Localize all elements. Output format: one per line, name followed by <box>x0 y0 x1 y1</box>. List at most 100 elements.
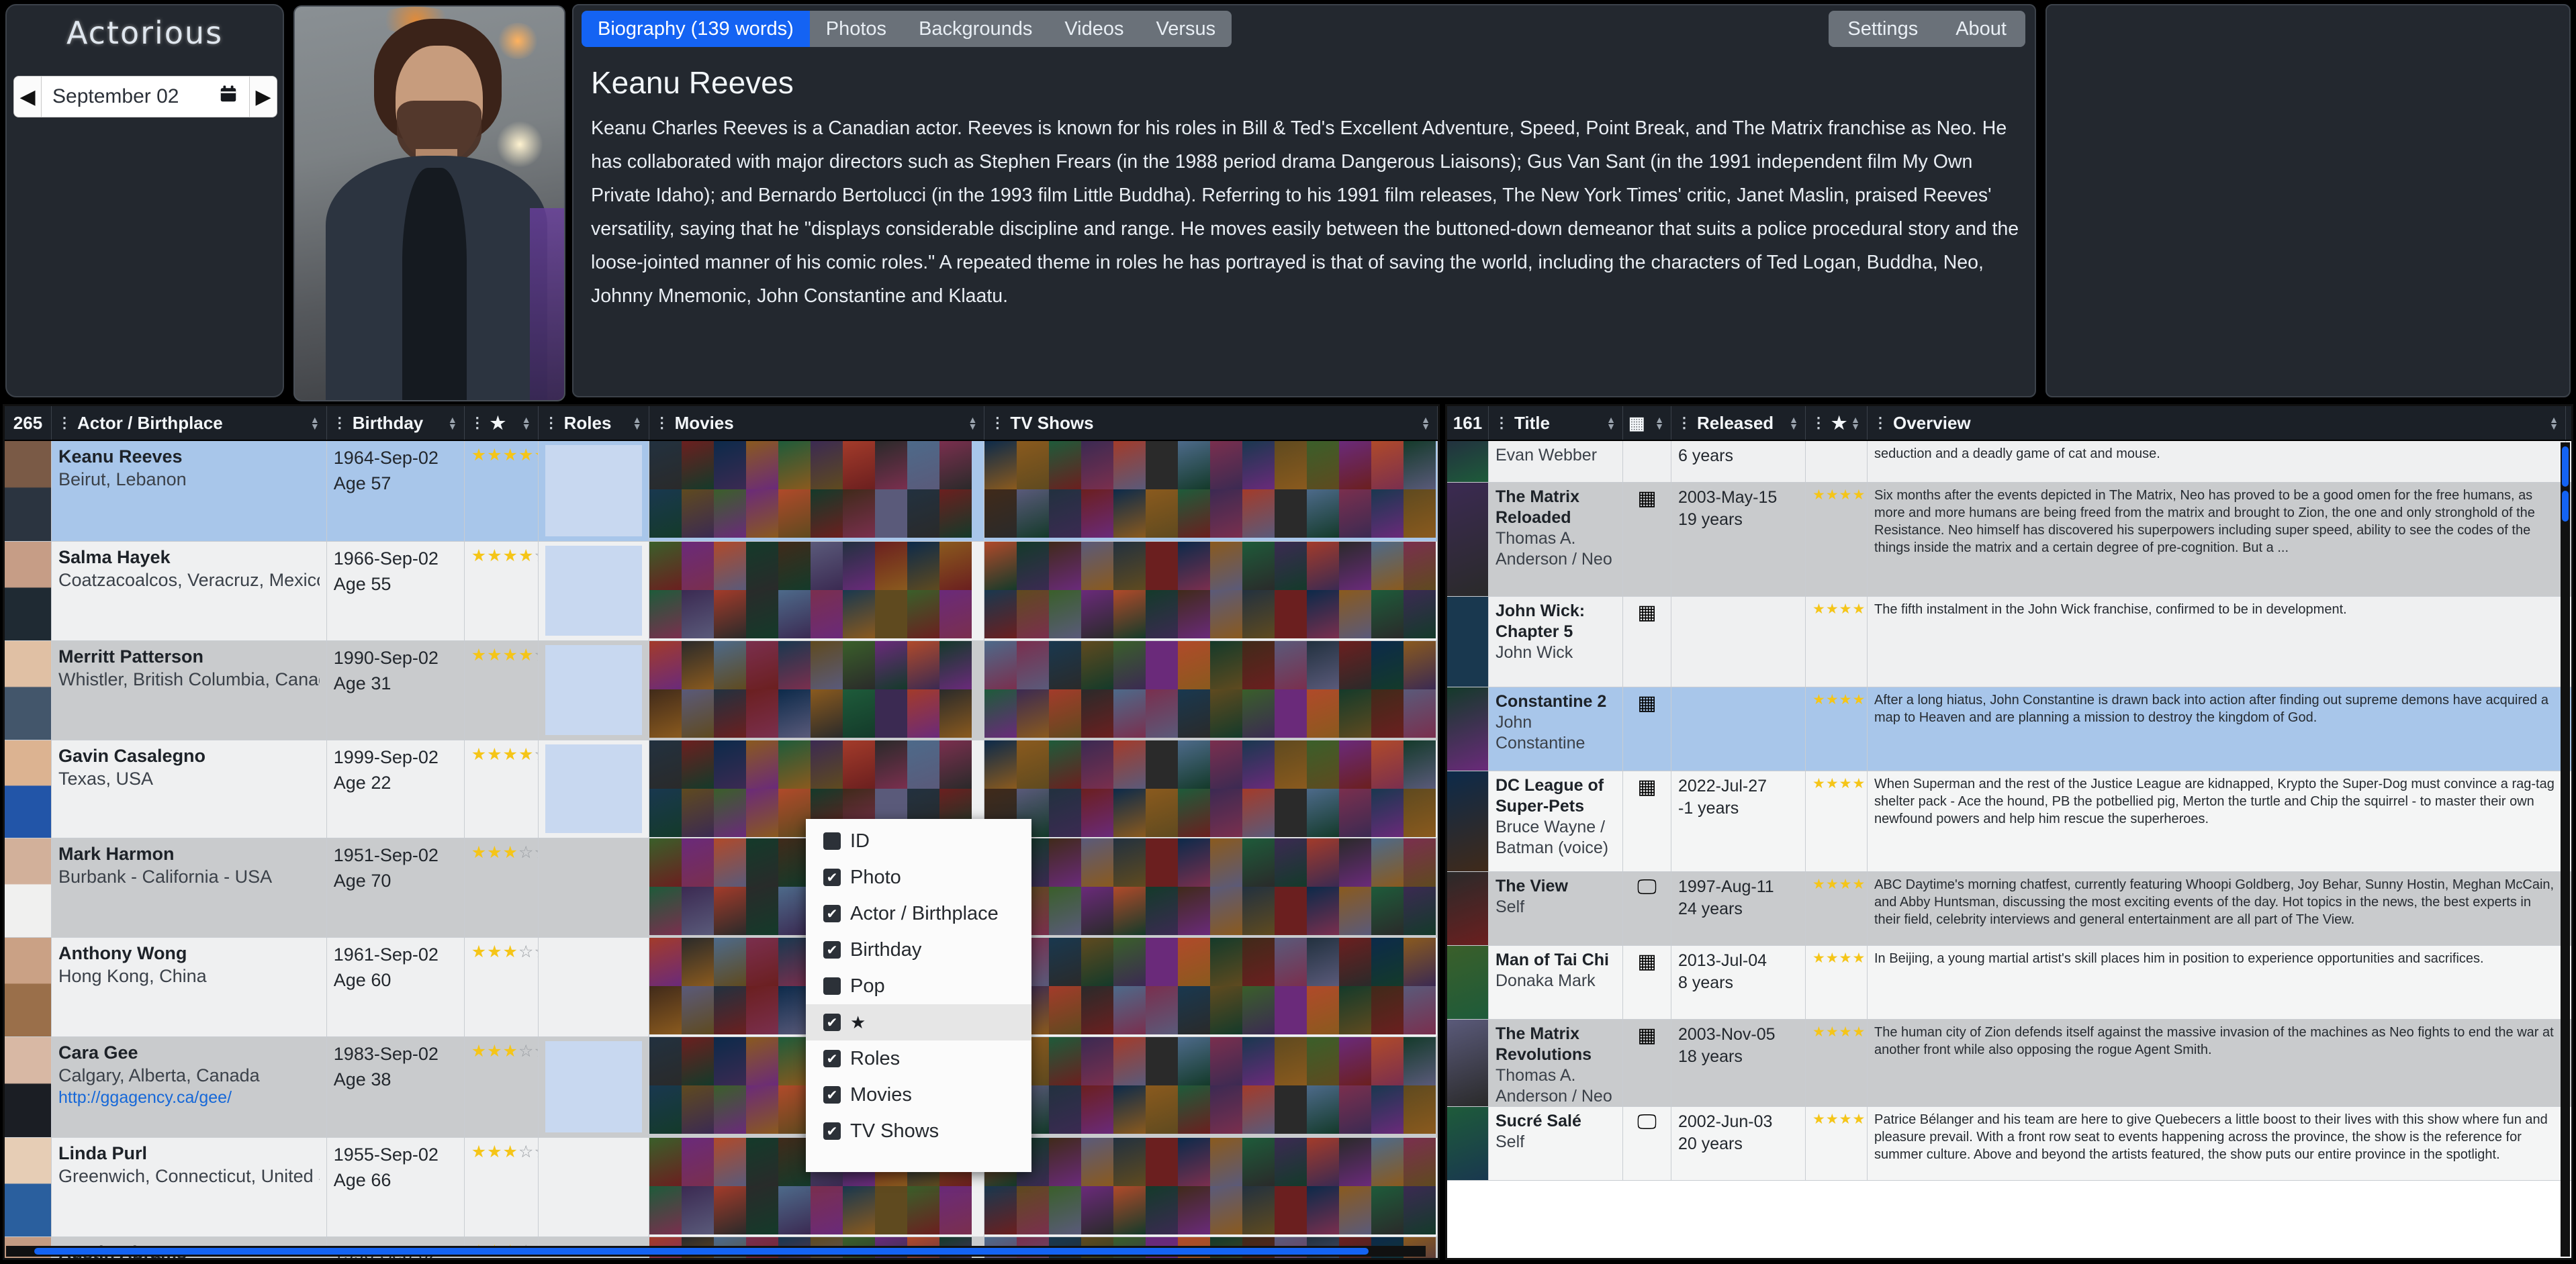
poster-thumbnail[interactable] <box>681 1037 714 1085</box>
poster-thumbnail[interactable] <box>1339 986 1372 1034</box>
star-rating[interactable]: ★★★☆☆ <box>471 942 538 962</box>
poster-thumbnail[interactable] <box>842 441 875 489</box>
poster-thumbnail[interactable] <box>713 689 746 738</box>
rating-cell[interactable]: ★★★★★ <box>465 441 539 541</box>
poster-thumbnail[interactable] <box>1178 641 1211 689</box>
column-header-tvshows[interactable]: ⋮ TV Shows ▲ ▼ <box>984 406 1438 440</box>
poster-thumbnail[interactable] <box>1081 887 1114 935</box>
actor-website-link[interactable]: http://ggagency.ca/gee/ <box>58 1087 320 1108</box>
poster-thumbnail[interactable] <box>1017 641 1050 689</box>
poster-thumbnail[interactable] <box>778 590 811 638</box>
poster-thumbnail[interactable] <box>1307 986 1340 1034</box>
poster-thumbnail[interactable] <box>713 542 746 590</box>
poster-thumbnail[interactable] <box>1049 1085 1082 1134</box>
credit-rating-cell[interactable]: ★★★★☆ <box>1806 872 1868 945</box>
poster-thumbnail[interactable] <box>1371 1186 1404 1234</box>
checkbox-checked-icon[interactable]: ✔ <box>823 1122 841 1140</box>
poster-thumbnail[interactable] <box>1210 789 1243 837</box>
table-row[interactable]: Cara Gee Calgary, Alberta, Canada http://g… <box>5 1037 1438 1138</box>
poster-thumbnail[interactable] <box>939 740 972 789</box>
poster-thumbnail[interactable] <box>1242 986 1275 1034</box>
date-field[interactable]: September 02 <box>42 76 249 117</box>
about-button[interactable]: About <box>1937 11 2025 47</box>
poster-thumbnail[interactable] <box>874 590 907 638</box>
poster-thumbnail[interactable] <box>1146 887 1179 935</box>
credit-rating-cell[interactable] <box>1806 441 1868 482</box>
poster-thumbnail[interactable] <box>939 542 972 590</box>
column-menu-item-tv-shows[interactable]: ✔ TV Shows <box>806 1113 1031 1149</box>
star-rating[interactable]: ★★★★★ <box>471 445 538 465</box>
poster-thumbnail[interactable] <box>1146 489 1179 538</box>
checkbox-checked-icon[interactable]: ✔ <box>823 1050 841 1067</box>
sort-arrows-icon[interactable]: ▲ ▼ <box>1606 415 1616 431</box>
poster-thumbnail[interactable] <box>1371 489 1404 538</box>
poster-thumbnail[interactable] <box>1447 441 1488 482</box>
poster-thumbnail[interactable] <box>1242 789 1275 837</box>
column-menu-item-photo[interactable]: ✔ Photo <box>806 859 1031 895</box>
poster-thumbnail[interactable] <box>1275 689 1307 738</box>
poster-thumbnail[interactable] <box>1178 1037 1211 1085</box>
poster-thumbnail[interactable] <box>1242 887 1275 935</box>
poster-thumbnail[interactable] <box>1146 938 1179 986</box>
poster-thumbnail[interactable] <box>1210 1186 1243 1234</box>
poster-thumbnail[interactable] <box>713 1085 746 1134</box>
poster-thumbnail[interactable] <box>1275 838 1307 887</box>
poster-thumbnail[interactable] <box>1178 689 1211 738</box>
poster-thumbnail[interactable] <box>1242 641 1275 689</box>
column-header-title[interactable]: ⋮ Title ▲ ▼ <box>1489 406 1623 440</box>
poster-thumbnail[interactable] <box>1242 590 1275 638</box>
poster-thumbnail[interactable] <box>1339 689 1372 738</box>
poster-thumbnail[interactable] <box>842 1186 875 1234</box>
poster-thumbnail[interactable] <box>681 542 714 590</box>
actor-thumbnail[interactable] <box>5 938 51 1036</box>
movies-cell[interactable] <box>649 441 985 541</box>
checkbox-checked-icon[interactable]: ✔ <box>823 1014 841 1031</box>
poster-thumbnail[interactable] <box>1371 1085 1404 1134</box>
poster-thumbnail[interactable] <box>681 1085 714 1134</box>
tab-versus[interactable]: Versus <box>1140 11 1232 47</box>
credit-rating-cell[interactable]: ★★★★★ <box>1806 483 1868 596</box>
poster-thumbnail[interactable] <box>1307 938 1340 986</box>
poster-thumbnail[interactable] <box>745 740 778 789</box>
poster-thumbnail[interactable] <box>1017 590 1050 638</box>
poster-thumbnail[interactable] <box>713 1138 746 1186</box>
poster-thumbnail[interactable] <box>1275 1037 1307 1085</box>
poster-thumbnail[interactable] <box>1275 441 1307 489</box>
column-menu-icon[interactable]: ⋮ <box>470 416 485 431</box>
poster-thumbnail[interactable] <box>1307 740 1340 789</box>
poster-thumbnail[interactable] <box>681 1186 714 1234</box>
poster-thumbnail[interactable] <box>1307 542 1340 590</box>
poster-thumbnail[interactable] <box>713 789 746 837</box>
poster-thumbnail[interactable] <box>1404 542 1436 590</box>
poster-thumbnail[interactable] <box>1242 1085 1275 1134</box>
column-chooser-menu[interactable]: ID ✔ Photo ✔ Actor / Birthplace ✔ Birthday Pop ✔… <box>806 819 1031 1172</box>
star-rating[interactable]: ★★★★★ <box>1812 691 1867 708</box>
poster-thumbnail[interactable] <box>1371 1037 1404 1085</box>
poster-thumbnail[interactable] <box>1049 542 1082 590</box>
poster-thumbnail[interactable] <box>907 489 939 538</box>
star-rating[interactable]: ★★★★☆ <box>1812 950 1867 967</box>
poster-thumbnail[interactable] <box>1371 938 1404 986</box>
poster-thumbnail[interactable] <box>1242 542 1275 590</box>
poster-thumbnail[interactable] <box>984 441 1017 489</box>
poster-thumbnail[interactable] <box>1017 689 1050 738</box>
poster-thumbnail[interactable] <box>649 1085 682 1134</box>
poster-thumbnail[interactable] <box>1081 441 1114 489</box>
poster-thumbnail[interactable] <box>1339 441 1372 489</box>
poster-thumbnail[interactable] <box>1113 1138 1146 1186</box>
poster-mosaic[interactable] <box>649 641 984 740</box>
poster-cell[interactable] <box>1447 687 1489 771</box>
next-day-button[interactable]: ▶ <box>249 76 277 117</box>
actor-thumbnail[interactable] <box>5 641 51 740</box>
poster-thumbnail[interactable] <box>649 1138 682 1186</box>
poster-thumbnail[interactable] <box>842 641 875 689</box>
column-menu-icon[interactable]: ⋮ <box>544 416 559 431</box>
table-row[interactable]: DC League of Super-Pets Bruce Wayne / Bat… <box>1447 771 2571 872</box>
poster-thumbnail[interactable] <box>1371 441 1404 489</box>
poster-thumbnail[interactable] <box>1371 740 1404 789</box>
poster-thumbnail[interactable] <box>1339 1186 1372 1234</box>
poster-thumbnail[interactable] <box>984 689 1017 738</box>
poster-thumbnail[interactable] <box>745 590 778 638</box>
poster-thumbnail[interactable] <box>778 542 811 590</box>
poster-thumbnail[interactable] <box>1275 887 1307 935</box>
